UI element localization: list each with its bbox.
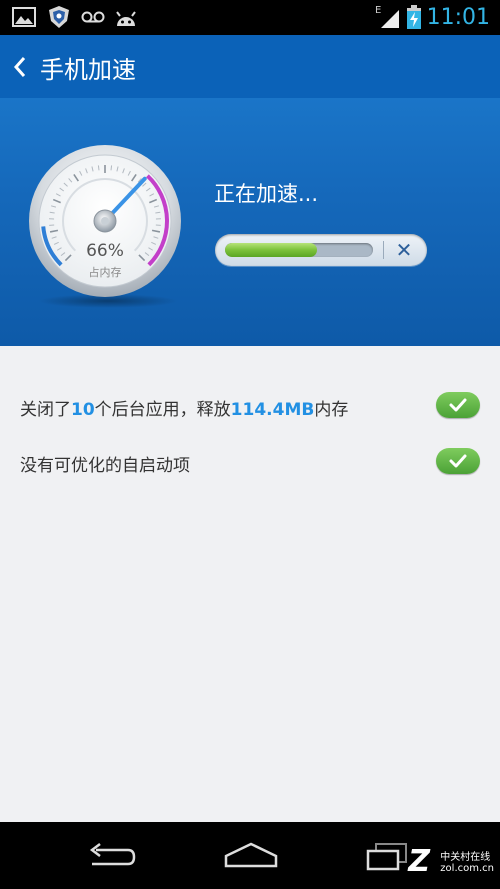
battery-charging-icon: [407, 5, 421, 29]
cancel-button[interactable]: ✕: [391, 236, 417, 264]
check-badge: [436, 392, 480, 418]
check-badge: [436, 448, 480, 474]
gauge-percent: 66%: [86, 241, 124, 261]
checkmark-icon: [449, 454, 467, 468]
signal-icon: [381, 10, 399, 28]
results-list: 关闭了10个后台应用，释放114.4MB内存 没有可优化的自启动项: [0, 346, 500, 822]
home-icon[interactable]: [224, 842, 278, 868]
gauge-tick: [110, 165, 113, 171]
memory-gauge: 66% 占内存: [28, 144, 182, 298]
clock: 11:01: [426, 5, 490, 30]
recent-apps-icon[interactable]: [366, 842, 408, 872]
freed-memory-amount: 114.4MB: [230, 400, 315, 420]
progress-fill: [225, 243, 317, 257]
watermark-logo: Z: [408, 844, 430, 879]
acceleration-panel: 66% 占内存 正在加速... ✕: [0, 98, 500, 346]
navigation-bar: Z 中关村在线 zol.com.cn: [0, 822, 500, 889]
watermark-line2: zol.com.cn: [440, 863, 494, 874]
android-icon: [116, 11, 136, 26]
result-row-background-apps: 关闭了10个后台应用，释放114.4MB内存: [0, 381, 500, 431]
result-middle: 个后台应用，释放: [94, 400, 231, 420]
voicemail-icon: [81, 11, 105, 23]
action-bar: 手机加速: [0, 35, 500, 99]
accel-progress: ✕: [215, 234, 427, 266]
back-icon[interactable]: [86, 842, 136, 870]
shield-icon: [49, 6, 69, 28]
result-prefix: 关闭了: [20, 400, 71, 420]
watermark: 中关村在线 zol.com.cn: [440, 848, 494, 874]
gauge-label: 占内存: [88, 266, 122, 279]
result-text: 关闭了10个后台应用，释放114.4MB内存: [20, 395, 348, 420]
closed-app-count: 10: [71, 400, 95, 420]
divider: [383, 241, 384, 259]
page-title: 手机加速: [40, 56, 136, 84]
result-row-autostart: 没有可优化的自启动项: [0, 437, 500, 487]
result-text: 没有可优化的自启动项: [20, 456, 190, 476]
accel-status: 正在加速...: [214, 182, 319, 206]
gauge-tick: [97, 165, 100, 171]
gallery-icon: [12, 7, 36, 27]
checkmark-icon: [449, 398, 467, 412]
back-chevron-icon[interactable]: [12, 55, 28, 79]
progress-track: [225, 243, 373, 257]
result-suffix: 内存: [314, 400, 349, 420]
status-bar: E 11:01: [0, 0, 500, 35]
watermark-line1: 中关村在线: [440, 852, 491, 863]
